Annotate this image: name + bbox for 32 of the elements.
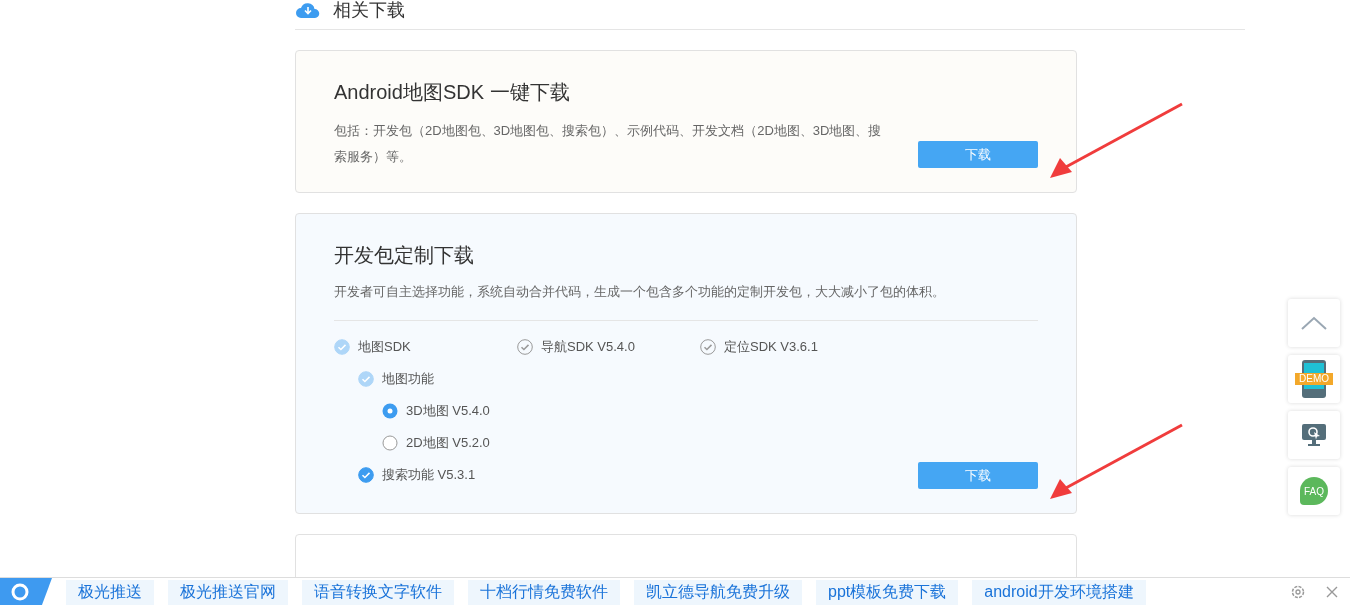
checkbox-icon[interactable] (700, 339, 716, 355)
section-title: 相关下载 (333, 0, 405, 22)
card-description: 包括：开发包（2D地图包、3D地图包、搜索包）、示例代码、开发文档（2D地图、3D地图、搜索服务）等。 (334, 122, 883, 166)
close-icon[interactable] (1326, 586, 1338, 598)
option-label: 地图功能 (382, 370, 434, 388)
chevron-up-icon[interactable] (1301, 316, 1327, 330)
option-label: 搜索功能 V5.3.1 (382, 466, 476, 484)
card-title: Android地图SDK 一键下载 (334, 80, 571, 105)
bottom-link[interactable]: 语音转换文字软件 (302, 579, 454, 605)
bottom-link[interactable]: 极光推送 (66, 579, 154, 605)
faq-bubble-icon[interactable]: FAQ (1300, 477, 1328, 505)
card-title: 开发包定制下载 (334, 243, 475, 268)
option-label: 3D地图 V5.4.0 (406, 402, 490, 420)
option-label: 2D地图 V5.2.0 (406, 434, 490, 452)
download-button[interactable]: 下载 (918, 141, 1038, 168)
monitor-cursor-icon[interactable] (1301, 423, 1327, 447)
download-button[interactable]: 下载 (918, 462, 1038, 489)
settings-icon[interactable] (1290, 584, 1306, 600)
cloud-download-icon (295, 1, 321, 19)
bottom-link[interactable]: android开发环境搭建 (972, 579, 1146, 605)
side-tool-button[interactable]: FAQ (1288, 467, 1340, 515)
checkbox-icon[interactable] (517, 339, 533, 355)
bottom-link[interactable]: 十档行情免费软件 (468, 579, 620, 605)
logo-icon[interactable] (0, 578, 52, 605)
card-description: 开发者可自主选择功能，系统自动合并代码，生成一个包含多个功能的定制开发包，大大减小了包的体积。 (334, 283, 946, 301)
option-label: 地图SDK (358, 338, 411, 356)
bottom-link[interactable]: ppt模板免费下载 (816, 579, 959, 605)
side-tool-button[interactable] (1288, 411, 1340, 459)
bottom-link[interactable]: 极光推送官网 (168, 579, 288, 605)
option-label: 定位SDK V3.6.1 (724, 338, 818, 356)
option-label: 导航SDK V5.4.0 (541, 338, 635, 356)
bottom-link[interactable]: 凯立德导航免费升级 (634, 579, 802, 605)
